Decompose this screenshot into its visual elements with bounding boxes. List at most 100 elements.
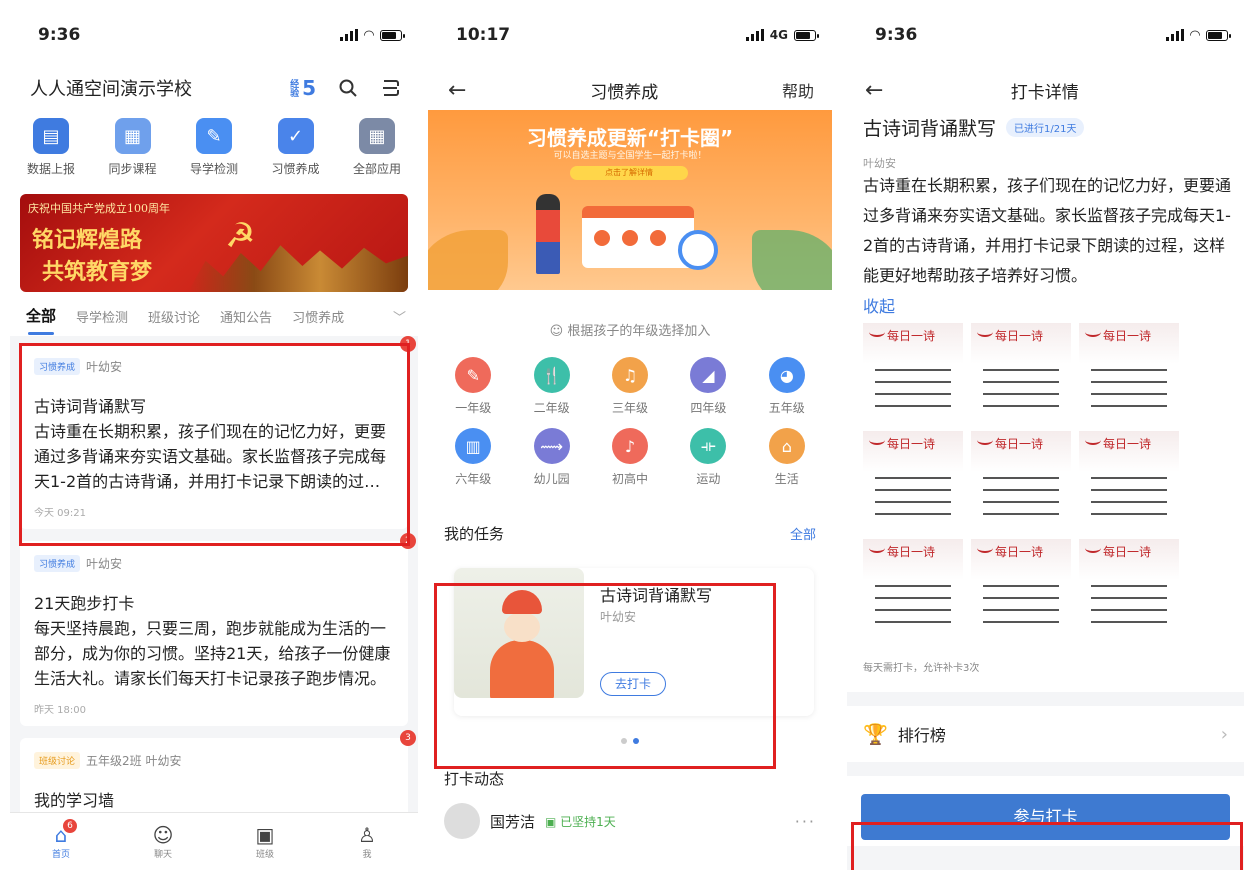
collapse-link[interactable]: 收起 <box>847 291 1244 317</box>
nav-bar: ← 习惯养成 帮助 <box>428 70 832 110</box>
scan-icon[interactable] <box>380 78 400 98</box>
poem-thumbnail[interactable]: 每日一诗 <box>971 539 1071 641</box>
task-title: 古诗词背诵默写 <box>600 586 713 605</box>
app-sync-course[interactable]: ▦ 同步课程 <box>98 118 168 194</box>
back-arrow-icon[interactable]: ← <box>448 78 466 103</box>
tab-class-discussion[interactable]: 班级讨论 <box>148 307 200 326</box>
app-all[interactable]: ▦ 全部应用 <box>342 118 412 194</box>
feed-list: 习惯养成 叶幼安 古诗词背诵默写 古诗重在长期积累，孩子们现在的记忆力好，更要通过… <box>10 336 418 821</box>
poem-text-line <box>875 609 951 611</box>
grade-item[interactable]: ◕ 五年级 <box>748 357 826 416</box>
poem-text-line <box>1091 381 1167 383</box>
poem-thumbnail[interactable]: 每日一诗 <box>1079 431 1179 533</box>
join-checkin-button[interactable]: 参与打卡 <box>861 794 1230 840</box>
chevron-down-icon[interactable]: ﹀ <box>393 307 406 326</box>
grade-item[interactable]: ⌂ 生活 <box>748 428 826 487</box>
poem-thumbnail[interactable]: 每日一诗 <box>863 323 963 425</box>
poem-header: 每日一诗 <box>887 437 936 451</box>
poem-thumbnail[interactable]: 每日一诗 <box>1079 539 1179 641</box>
feed-card[interactable]: 习惯养成 叶幼安 21天跑步打卡 每天坚持晨跑，只要三周，跑步就能成为生活的一部分… <box>20 533 416 726</box>
status-bar: 10:17 4G <box>428 0 832 70</box>
party-emblem-icon: ☭ <box>225 216 256 256</box>
poem-thumbnail[interactable]: 每日一诗 <box>971 431 1071 533</box>
poem-text-line <box>875 513 951 515</box>
banner-subtitle: 庆祝中国共产党成立100周年 <box>28 202 170 215</box>
poem-text-line <box>983 609 1059 611</box>
plum-branch-icon <box>1085 435 1101 445</box>
tab-notice[interactable]: 通知公告 <box>220 307 272 326</box>
person-illustration <box>536 194 560 274</box>
poem-thumbnail[interactable]: 每日一诗 <box>971 323 1071 425</box>
grade-item[interactable]: ⟿ 幼儿园 <box>512 428 590 487</box>
poem-text-line <box>983 381 1059 383</box>
grade-item[interactable]: ♫ 三年级 <box>591 357 669 416</box>
status-time: 10:17 <box>456 25 511 45</box>
poem-thumbnail[interactable]: 每日一诗 <box>1079 323 1179 425</box>
signal-icon <box>1166 29 1184 41</box>
leaf-decoration <box>428 230 508 290</box>
banner-line1: 铭记辉煌路 <box>32 227 143 253</box>
section-title: 我的任务 <box>444 525 505 543</box>
grade-item[interactable]: ◢ 四年级 <box>669 357 747 416</box>
ruler-icon: ◢ <box>690 357 727 393</box>
grade-item[interactable]: ✎ 一年级 <box>434 357 512 416</box>
poem-header: 每日一诗 <box>995 437 1044 451</box>
tab-habit[interactable]: 习惯养成 <box>292 307 344 326</box>
poet-illustration <box>454 568 584 698</box>
poem-text-line <box>1091 585 1167 587</box>
plum-branch-icon <box>869 543 885 553</box>
tab-class[interactable]: ▣ 班级 <box>235 823 295 860</box>
task-heading: 古诗词背诵默写 已进行1/21天 <box>847 110 1244 141</box>
poem-text-line <box>983 621 1059 623</box>
slide-icon: ⟿ <box>533 428 570 464</box>
card-title: 我的学习墙 <box>34 791 115 810</box>
plum-branch-icon <box>869 327 885 337</box>
poem-text-line <box>875 597 951 599</box>
tab-me[interactable]: ♙ 我 <box>337 823 397 860</box>
poem-text-line <box>983 393 1059 395</box>
status-time: 9:36 <box>875 25 918 45</box>
help-link[interactable]: 帮助 <box>782 78 814 102</box>
experience-badge[interactable]: 经验 5 <box>290 76 316 100</box>
hero-title: 习惯养成更新“打卡圈” <box>526 126 734 150</box>
poem-text-line <box>983 489 1059 491</box>
back-arrow-icon[interactable]: ← <box>865 78 883 103</box>
course-icon: ▦ <box>114 118 151 154</box>
grade-item[interactable]: ♪ 初高中 <box>591 428 669 487</box>
plum-branch-icon <box>1085 543 1101 553</box>
task-author: 叶幼安 <box>863 157 896 170</box>
all-link[interactable]: 全部 <box>790 524 816 543</box>
grade-item[interactable]: ⟛ 运动 <box>669 428 747 487</box>
tab-all[interactable]: 全部 <box>26 305 56 335</box>
app-habit[interactable]: ✓ 习惯养成 <box>261 118 331 194</box>
home-badge: 6 <box>63 819 77 833</box>
tab-chat[interactable]: ☺ 聊天 <box>133 823 193 860</box>
hero-banner[interactable]: 习惯养成更新“打卡圈” 可以自选主题与全国学生一起打卡啦！ 点击了解详情 <box>428 110 832 290</box>
poem-header: 每日一诗 <box>1103 329 1152 343</box>
more-icon[interactable]: ··· <box>795 812 816 831</box>
grade-item[interactable]: ▥ 六年级 <box>434 428 512 487</box>
feed-card[interactable]: 习惯养成 叶幼安 古诗词背诵默写 古诗重在长期积累，孩子们现在的记忆力好，更要通过… <box>20 336 416 529</box>
poem-thumbnail[interactable]: 每日一诗 <box>863 431 963 533</box>
promo-banner[interactable]: 庆祝中国共产党成立100周年 铭记辉煌路 共筑教育梦 ☭ <box>20 194 408 292</box>
hero-detail-button[interactable]: 点击了解详情 <box>570 166 688 180</box>
app-guided-test[interactable]: ✎ 导学检测 <box>179 118 249 194</box>
tab-home[interactable]: ⌂ 首页 6 <box>31 819 91 860</box>
checkin-button[interactable]: 去打卡 <box>600 672 666 696</box>
feed-card[interactable]: 班级讨论 五年级2班 叶幼安 我的学习墙 3 <box>20 730 416 821</box>
poem-text-line <box>983 585 1059 587</box>
my-tasks-header: 我的任务 全部 <box>428 523 832 544</box>
poem-thumbnail[interactable]: 每日一诗 <box>863 539 963 641</box>
tab-guided-test[interactable]: 导学检测 <box>76 307 128 326</box>
leaderboard-row[interactable]: 🏆 排行榜 › <box>847 706 1244 762</box>
signal-icon <box>745 29 764 41</box>
search-icon[interactable] <box>338 78 358 98</box>
poem-text-line <box>1091 405 1167 407</box>
checkin-feed-item[interactable]: 国芳洁 ▣ 已坚持1天 ··· <box>428 789 832 839</box>
status-bar: 9:36 ◠ <box>847 0 1244 70</box>
task-card[interactable]: 古诗词背诵默写 叶幼安 去打卡 <box>454 568 814 716</box>
grade-item[interactable]: 🍴 二年级 <box>512 357 590 416</box>
house-icon: ⌂ <box>768 428 805 464</box>
home-icon: ⌂ <box>54 823 68 847</box>
app-data-report[interactable]: ▤ 数据上报 <box>16 118 86 194</box>
